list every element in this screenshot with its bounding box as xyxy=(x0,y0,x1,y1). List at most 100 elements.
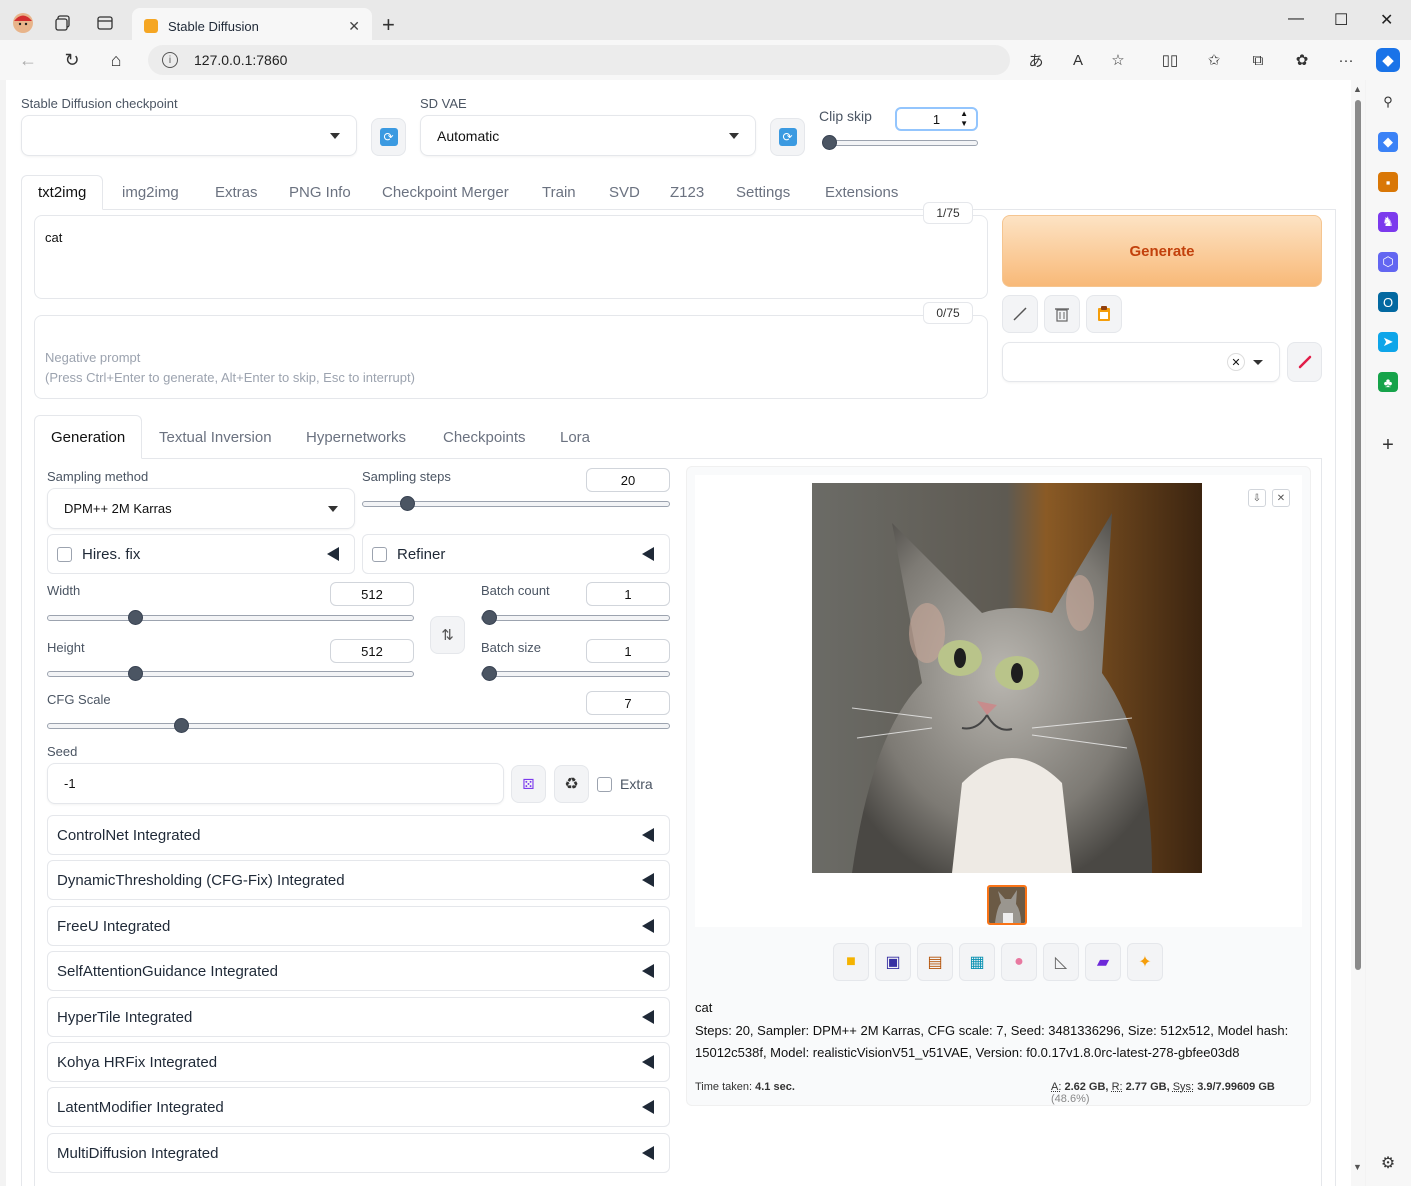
maximize-icon[interactable]: ☐ xyxy=(1334,10,1348,30)
tab-png-info[interactable]: PNG Info xyxy=(289,175,351,210)
reload-icon[interactable]: ↻ xyxy=(60,48,84,72)
subtab-textual-inversion[interactable]: Textual Inversion xyxy=(159,415,272,459)
refresh-vae-button[interactable]: ⟳ xyxy=(770,118,805,156)
width-input[interactable]: 512 xyxy=(330,582,414,606)
height-input[interactable]: 512 xyxy=(330,639,414,663)
extensions-icon[interactable]: ✿ xyxy=(1290,48,1314,72)
scroll-down-icon[interactable]: ▼ xyxy=(1353,1162,1362,1172)
slider-thumb[interactable] xyxy=(128,610,143,625)
spinner-arrows-icon[interactable]: ▲ ▼ xyxy=(960,109,968,129)
width-slider[interactable] xyxy=(47,610,414,625)
checkpoint-dropdown[interactable] xyxy=(21,115,357,156)
slider-thumb[interactable] xyxy=(482,610,497,625)
outlook-icon[interactable]: O xyxy=(1378,292,1398,312)
subtab-checkpoints[interactable]: Checkpoints xyxy=(443,415,526,459)
accordion-multidiffusion[interactable]: MultiDiffusion Integrated xyxy=(47,1133,670,1173)
batch-size-input[interactable]: 1 xyxy=(586,639,670,663)
batch-size-slider[interactable] xyxy=(481,666,670,681)
upscale-sparkle-button[interactable]: ✦ xyxy=(1127,943,1163,981)
random-seed-button[interactable]: ⚄ xyxy=(511,765,546,803)
height-slider[interactable] xyxy=(47,666,414,681)
seed-input[interactable]: -1 xyxy=(47,763,504,804)
swap-dimensions-button[interactable]: ⇅ xyxy=(430,616,465,654)
clipskip-input[interactable]: 1 ▲ ▼ xyxy=(895,107,978,131)
accordion-kohya-hrfix[interactable]: Kohya HRFix Integrated xyxy=(47,1042,670,1082)
games-icon[interactable]: ♞ xyxy=(1378,212,1398,232)
shopping-tag-icon[interactable]: ◆ xyxy=(1378,132,1398,152)
prompt-textarea[interactable]: cat xyxy=(34,215,988,299)
read-aloud-icon[interactable]: A xyxy=(1066,48,1090,72)
new-tab-icon[interactable]: + xyxy=(382,12,395,38)
send-icon[interactable]: ➤ xyxy=(1378,332,1398,352)
tab-actions-icon[interactable] xyxy=(94,12,116,34)
clear-prompt-button[interactable] xyxy=(1044,295,1080,333)
profile-avatar-icon[interactable] xyxy=(12,12,34,34)
clipskip-slider[interactable] xyxy=(822,135,978,150)
save-zip-button[interactable]: ▤ xyxy=(917,943,953,981)
clear-styles-icon[interactable]: ✕ xyxy=(1227,353,1245,371)
cfg-scale-input[interactable]: 7 xyxy=(586,691,670,715)
accordion-latent-modifier[interactable]: LatentModifier Integrated xyxy=(47,1087,670,1127)
slider-thumb[interactable] xyxy=(400,496,415,511)
tab-checkpoint-merger[interactable]: Checkpoint Merger xyxy=(382,175,509,210)
read-params-button[interactable] xyxy=(1002,295,1038,333)
tab-svd[interactable]: SVD xyxy=(609,175,640,210)
open-folder-button[interactable]: ■ xyxy=(833,943,869,981)
close-window-icon[interactable]: ✕ xyxy=(1380,10,1393,30)
workspaces-icon[interactable] xyxy=(52,12,74,34)
search-icon[interactable]: ⚲ xyxy=(1378,92,1398,112)
browser-tab[interactable]: Stable Diffusion ✕ xyxy=(132,8,372,44)
add-sidebar-app-icon[interactable]: + xyxy=(1378,434,1398,456)
tools-icon[interactable]: ▪ xyxy=(1378,172,1398,192)
more-menu-icon[interactable]: ··· xyxy=(1334,48,1358,72)
tab-settings[interactable]: Settings xyxy=(736,175,790,210)
sampling-steps-slider[interactable] xyxy=(362,496,670,511)
slider-thumb[interactable] xyxy=(174,718,189,733)
tab-txt2img[interactable]: txt2img xyxy=(21,175,104,210)
tab-train[interactable]: Train xyxy=(542,175,576,210)
close-tab-icon[interactable]: ✕ xyxy=(348,18,360,35)
scrollbar-thumb[interactable] xyxy=(1355,100,1361,970)
subtab-generation[interactable]: Generation xyxy=(34,415,143,459)
vae-dropdown[interactable]: Automatic xyxy=(420,115,756,156)
tab-img2img[interactable]: img2img xyxy=(122,175,179,210)
translate-icon[interactable]: あ xyxy=(1024,48,1048,72)
copilot-icon[interactable]: ◆ xyxy=(1376,48,1400,72)
send-to-inpaint-button[interactable]: ● xyxy=(1001,943,1037,981)
m365-icon[interactable]: ⬡ xyxy=(1378,252,1398,272)
collections-icon[interactable]: ⧉ xyxy=(1246,48,1270,72)
apply-styles-button[interactable] xyxy=(1086,295,1122,333)
save-button[interactable]: ▣ xyxy=(875,943,911,981)
download-image-icon[interactable]: ⇩ xyxy=(1248,489,1266,507)
gallery-thumbnail[interactable] xyxy=(987,885,1027,925)
sampling-steps-input[interactable]: 20 xyxy=(586,468,670,492)
refiner-accordion[interactable]: Refiner xyxy=(362,534,670,574)
subtab-hypernetworks[interactable]: Hypernetworks xyxy=(306,415,406,459)
address-bar[interactable]: i 127.0.0.1:7860 xyxy=(148,45,1010,75)
accordion-self-attention-guidance[interactable]: SelfAttentionGuidance Integrated xyxy=(47,951,670,991)
split-screen-icon[interactable]: ▯▯ xyxy=(1158,48,1182,72)
negative-prompt-textarea[interactable]: Negative prompt (Press Ctrl+Enter to gen… xyxy=(34,315,988,399)
batch-count-slider[interactable] xyxy=(481,610,670,625)
accordion-dynamic-thresholding[interactable]: DynamicThresholding (CFG-Fix) Integrated xyxy=(47,860,670,900)
generated-image[interactable] xyxy=(812,483,1202,873)
favorite-star-icon[interactable]: ☆ xyxy=(1106,48,1130,72)
hires-fix-accordion[interactable]: Hires. fix xyxy=(47,534,355,574)
subtab-lora[interactable]: Lora xyxy=(560,415,590,459)
tab-extensions[interactable]: Extensions xyxy=(825,175,898,210)
send-to-img2img-button[interactable]: ▦ xyxy=(959,943,995,981)
hires-fix-checkbox[interactable] xyxy=(57,546,72,562)
sidebar-settings-icon[interactable]: ⚙ xyxy=(1378,1153,1398,1173)
sampling-method-dropdown[interactable]: DPM++ 2M Karras xyxy=(47,488,355,529)
generate-button[interactable]: Generate xyxy=(1002,215,1322,287)
back-icon[interactable]: ← xyxy=(16,48,40,72)
cfg-scale-slider[interactable] xyxy=(47,718,670,733)
reuse-seed-button[interactable]: ♻ xyxy=(554,765,589,803)
close-image-icon[interactable]: ✕ xyxy=(1272,489,1290,507)
extra-seed-checkbox[interactable] xyxy=(597,777,612,792)
send-to-svd-button[interactable]: ▰ xyxy=(1085,943,1121,981)
send-to-extras-button[interactable]: ◺ xyxy=(1043,943,1079,981)
slider-thumb[interactable] xyxy=(822,135,837,150)
tree-icon[interactable]: ♣ xyxy=(1378,372,1398,392)
slider-thumb[interactable] xyxy=(128,666,143,681)
